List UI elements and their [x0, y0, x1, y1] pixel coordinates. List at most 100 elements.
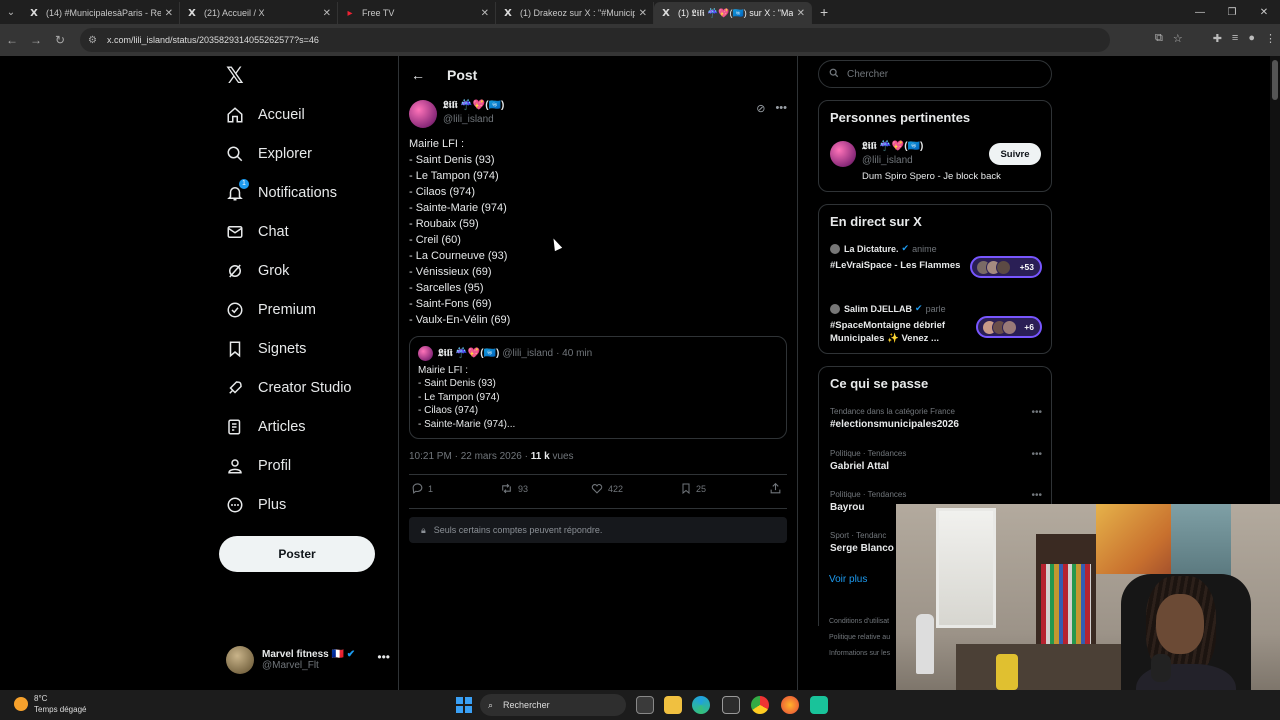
address-bar-row: ← → ↻ ⚙ x.com/lili_island/status/2035829… [0, 24, 1280, 56]
browser-tab[interactable]: X (14) #MunicipalesàParis - Reche ✕ [22, 2, 180, 24]
more-icon[interactable]: ••• [1031, 490, 1042, 501]
listeners-pill[interactable]: +53 [970, 256, 1042, 278]
app-icon[interactable] [810, 696, 828, 714]
tweet-text: Mairie LFI : - Saint Denis (93) - Le Tam… [409, 136, 779, 328]
like-button[interactable]: 422 [590, 482, 623, 495]
install-app-icon[interactable]: ⧉ [1155, 32, 1163, 45]
account-switcher[interactable]: Marvel fitness 🇫🇷 ✔ @Marvel_Flt ••• [226, 642, 390, 678]
back-arrow-icon[interactable]: ← [411, 67, 427, 83]
nav-label: Notifications [258, 185, 337, 201]
listener-count: +53 [1019, 262, 1034, 272]
trend-item[interactable]: Politique · Tendances Gabriel Attal ••• [830, 449, 1042, 472]
follow-button[interactable]: Suivre [989, 143, 1041, 165]
quote-author: 𝕷𝖎𝖑𝖎 ☔💖(🇺🇳) @lili_island · 40 min [418, 346, 592, 361]
close-tab-icon[interactable]: ✕ [639, 8, 647, 19]
edge-icon[interactable] [692, 696, 710, 714]
nav-item-premium[interactable]: Premium [226, 295, 316, 325]
quote-line: Mairie LFI : [418, 365, 469, 376]
avatar[interactable] [830, 141, 856, 167]
nav-item-signets[interactable]: Signets [226, 334, 306, 364]
back-icon[interactable]: ← [0, 33, 24, 47]
avatar[interactable] [409, 100, 437, 128]
nav-item-articles[interactable]: Articles [226, 412, 306, 442]
author-name[interactable]: 𝕷𝖎𝖑𝖎 ☔💖(🇺🇳) [443, 100, 504, 111]
more-icon[interactable]: ••• [775, 102, 787, 115]
close-tab-icon[interactable]: ✕ [481, 8, 489, 19]
trend-item[interactable]: Tendance dans la catégorie France #elect… [830, 407, 1042, 430]
more-icon[interactable]: ••• [1031, 407, 1042, 418]
bookmark-star-icon[interactable]: ☆ [1173, 32, 1183, 45]
footer-link[interactable]: Conditions d'utilisat [829, 614, 890, 630]
close-tab-icon[interactable]: ✕ [165, 8, 173, 19]
listeners-pill[interactable]: +6 [976, 316, 1042, 338]
footer-link[interactable]: Informations sur les [829, 646, 890, 662]
start-icon[interactable] [456, 697, 472, 713]
nav-item-chat[interactable]: Chat [226, 217, 289, 247]
more-icon[interactable]: ••• [377, 650, 390, 664]
extensions-icon[interactable]: ✚ [1213, 32, 1222, 45]
firefox-icon[interactable] [781, 696, 799, 714]
host-role: parle [925, 303, 946, 314]
listener-avatar [996, 260, 1011, 275]
bookmark-button[interactable]: 25 [680, 482, 706, 495]
browser-tab-bar: ⌄ X (14) #MunicipalesàParis - Reche ✕ X (21… [0, 0, 1280, 24]
url-field[interactable]: ⚙ x.com/lili_island/status/2035829314055… [80, 28, 1110, 52]
search-icon: ⌕ [488, 699, 494, 710]
maximize-icon[interactable]: ❐ [1216, 7, 1248, 18]
browser-tab[interactable]: X (21) Accueil / X ✕ [180, 2, 338, 24]
nav-item-plus[interactable]: Plus [226, 490, 286, 520]
nav-item-notifications[interactable]: 1 Notifications [226, 178, 337, 208]
browser-tab-active[interactable]: X (1) 𝕷𝖎𝖑𝖎 ☔💖(🇺🇳) sur X : "Mairie ✕ [654, 2, 812, 24]
verified-badge-icon: ✔ [346, 649, 356, 660]
scrollbar-thumb[interactable] [1272, 60, 1278, 100]
taskbar-search[interactable]: ⌕ Rechercher [480, 694, 626, 716]
tweet-timestamp[interactable]: 10:21 PM · 22 mars 2026 · [409, 451, 528, 462]
poster-button[interactable]: Poster [219, 536, 375, 572]
site-info-icon[interactable]: ⚙ [88, 35, 97, 46]
store-icon[interactable] [722, 696, 740, 714]
grok-icon[interactable]: ⊘ [756, 102, 765, 115]
quote-author-handle: @lili_island [502, 348, 554, 359]
nav-label: Chat [258, 224, 289, 240]
file-explorer-icon[interactable] [664, 696, 682, 714]
reply-restriction-notice: 🔒︎ Seuls certains comptes peuvent répond… [409, 517, 787, 543]
browser-tab[interactable]: ▸ Free TV ✕ [338, 2, 496, 24]
nav-item-grok[interactable]: Grok [226, 256, 289, 286]
tab-search-dropdown-icon[interactable]: ⌄ [0, 0, 22, 24]
author-handle[interactable]: @lili_island [443, 114, 494, 125]
see-more-link[interactable]: Voir plus [829, 574, 867, 585]
nav-item-accueil[interactable]: Accueil [226, 100, 305, 130]
close-window-icon[interactable]: ✕ [1248, 7, 1280, 18]
minimize-icon[interactable]: — [1184, 7, 1216, 18]
repost-button[interactable]: 93 [499, 482, 528, 495]
nav-item-creator-studio[interactable]: Creator Studio [226, 373, 352, 403]
footer-link[interactable]: Politique relative au [829, 630, 890, 646]
browser-menu-icon[interactable]: ⋮ [1265, 32, 1276, 45]
media-icon[interactable]: ≡ [1232, 32, 1238, 45]
new-tab-icon[interactable]: + [820, 4, 828, 20]
task-view-icon[interactable] [636, 696, 654, 714]
profile-icon[interactable]: ● [1248, 32, 1255, 45]
forward-icon[interactable]: → [24, 33, 48, 47]
post-column: ← Post 𝕷𝖎𝖑𝖎 ☔💖(🇺🇳) @lili_island ⊘ ••• Ma… [398, 56, 798, 690]
live-space-item[interactable]: La Dictature. ✔ anime #LeVraiSpace - Les… [830, 243, 1042, 278]
close-tab-icon[interactable]: ✕ [323, 8, 331, 19]
share-button[interactable] [769, 482, 786, 495]
browser-tab[interactable]: X (1) Drakeoz sur X : "#Municipal ✕ [496, 2, 654, 24]
x-logo-icon[interactable]: 𝕏 [226, 64, 244, 89]
chrome-icon[interactable] [751, 696, 769, 714]
live-space-item[interactable]: Salim DJELLAB ✔ parle #SpaceMontaigne dé… [830, 303, 1042, 345]
more-icon[interactable]: ••• [1031, 449, 1042, 460]
search-input[interactable]: Chercher [818, 60, 1052, 88]
page-title: Post [447, 67, 478, 83]
reply-button[interactable]: 1 [411, 482, 433, 495]
close-tab-icon[interactable]: ✕ [797, 8, 805, 19]
reload-icon[interactable]: ↻ [48, 33, 72, 47]
person-handle[interactable]: @lili_island [862, 155, 913, 166]
quoted-tweet[interactable]: 𝕷𝖎𝖑𝖎 ☔💖(🇺🇳) @lili_island · 40 min Mairie… [409, 336, 787, 439]
weather-widget[interactable]: 8°C Temps dégagé [14, 693, 86, 715]
nav-item-profil[interactable]: Profil [226, 451, 291, 481]
person-name[interactable]: 𝕷𝖎𝖑𝖎 ☔💖(🇺🇳) [862, 141, 923, 152]
search-icon [829, 68, 839, 81]
nav-item-explorer[interactable]: Explorer [226, 139, 312, 169]
